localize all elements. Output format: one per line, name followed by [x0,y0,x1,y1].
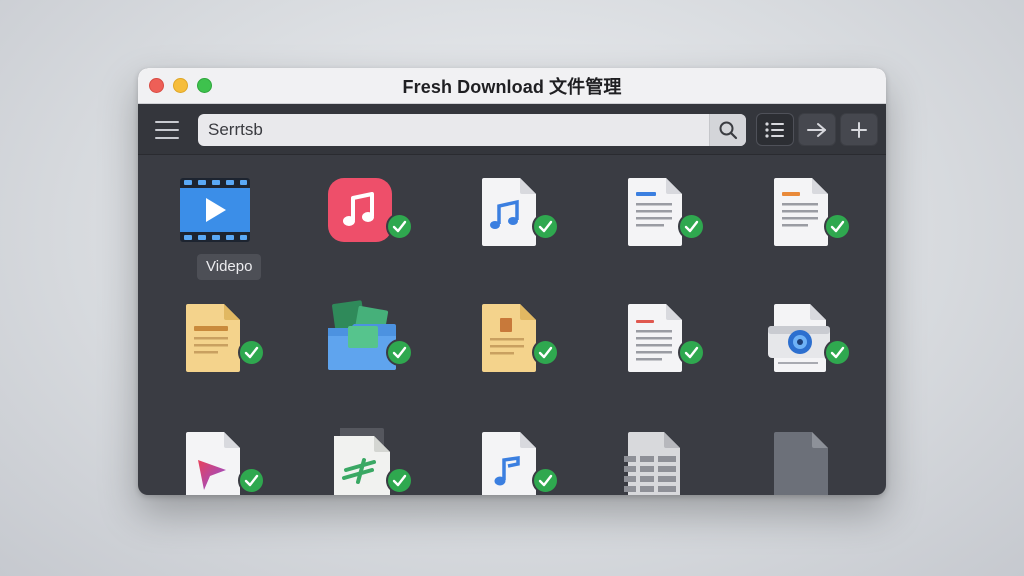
file-item-audio[interactable] [448,156,568,276]
document-orange-icon [774,178,828,246]
search-icon [719,121,738,140]
file-item-music-app[interactable] [302,156,422,276]
toolbar-buttons [756,113,878,146]
downloaded-check-icon [532,467,559,494]
search-bar [198,114,746,146]
downloaded-check-icon [238,339,265,366]
downloaded-check-icon [386,213,413,240]
vector-file-icon [186,432,240,495]
file-item-video[interactable]: Videpo [156,156,276,280]
downloaded-check-icon [678,339,705,366]
add-button[interactable] [840,113,878,146]
downloaded-check-icon [238,467,265,494]
file-item-vector[interactable] [156,410,276,495]
file-item-folder[interactable] [302,282,422,402]
file-item-spreadsheet[interactable] [594,410,714,495]
file-item-audio[interactable] [448,410,568,495]
file-item-document[interactable] [156,282,276,402]
toolbar [138,104,886,155]
list-icon [765,121,784,138]
search-input[interactable] [198,114,709,146]
menu-button[interactable] [155,121,179,139]
file-item-document[interactable] [594,156,714,276]
close-button[interactable] [149,78,164,93]
file-manager-window: Fresh Download 文件管理 Serrtsb Videpo [138,68,886,495]
document-gold-icon [482,304,536,372]
window-title: Fresh Download 文件管理 [402,76,622,97]
file-item-image[interactable] [740,282,860,402]
file-name-label: Videpo [197,254,262,280]
audio-file-icon [482,432,536,495]
music-app-icon [328,178,392,242]
downloaded-check-icon [386,467,413,494]
downloaded-check-icon [824,339,851,366]
camera-file-icon [768,304,830,372]
plus-icon [851,121,867,138]
file-grid: Videpo [138,156,886,495]
downloaded-check-icon [824,213,851,240]
downloaded-check-icon [532,213,559,240]
file-item-document[interactable] [740,156,860,276]
file-item-generic[interactable] [740,410,860,495]
video-file-icon [180,178,250,242]
document-blue-icon [628,178,682,246]
zoom-button[interactable] [197,78,212,93]
gray-file-icon [774,432,828,495]
document-yellow-icon [186,304,240,372]
menu-icon [155,121,179,123]
window-controls [149,78,212,93]
spreadsheet-file-icon [624,432,680,495]
file-item-archive[interactable] [302,410,422,495]
file-item-document[interactable] [594,282,714,402]
search-button[interactable] [709,114,746,146]
file-item-document[interactable] [448,282,568,402]
downloaded-check-icon [386,339,413,366]
forward-button[interactable] [798,113,836,146]
audio-file-icon [482,178,536,246]
minimize-button[interactable] [173,78,188,93]
list-view-button[interactable] [756,113,794,146]
downloaded-check-icon [532,339,559,366]
document-red-icon [628,304,682,372]
title-bar[interactable]: Fresh Download 文件管理 [138,68,886,104]
image-folder-icon [328,300,396,370]
downloaded-check-icon [678,213,705,240]
arrow-right-icon [807,122,826,137]
